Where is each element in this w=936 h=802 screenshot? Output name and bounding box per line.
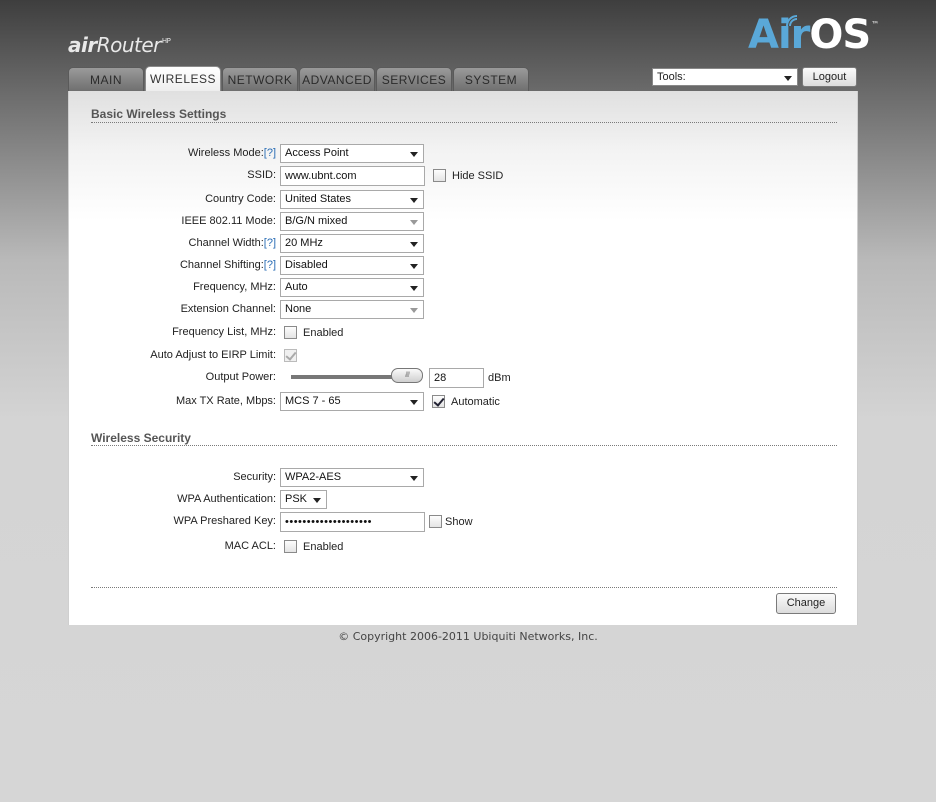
row-country-code: Country Code: United States bbox=[69, 190, 859, 210]
output-power-input[interactable]: 28 bbox=[429, 368, 484, 388]
channel-width-select[interactable]: 20 MHz bbox=[280, 234, 424, 253]
show-psk-label: Show bbox=[445, 516, 473, 528]
tab-wireless[interactable]: WIRELESS bbox=[145, 66, 221, 91]
mac-acl-label: MAC ACL: bbox=[224, 540, 276, 552]
wireless-mode-label: Wireless Mode:[?] bbox=[187, 147, 276, 159]
row-ssid: SSID: www.ubnt.com Hide SSID bbox=[69, 166, 859, 186]
airos-logo: AirOS™ bbox=[748, 12, 879, 58]
psk-label: WPA Preshared Key: bbox=[173, 515, 276, 527]
output-power-slider-handle[interactable]: //// bbox=[391, 368, 423, 383]
row-mac-acl: MAC ACL: Enabled bbox=[69, 537, 859, 557]
logout-button[interactable]: Logout bbox=[802, 67, 857, 87]
row-channel-width: Channel Width:[?] 20 MHz bbox=[69, 234, 859, 254]
wireless-mode-select[interactable]: Access Point bbox=[280, 144, 424, 163]
extension-channel-label: Extension Channel: bbox=[180, 303, 276, 315]
extension-channel-select: None bbox=[280, 300, 424, 319]
frequency-list-label: Frequency List, MHz: bbox=[172, 326, 276, 338]
change-button[interactable]: Change bbox=[776, 593, 836, 614]
chevron-down-icon bbox=[784, 76, 792, 81]
max-tx-select[interactable]: MCS 7 - 65 bbox=[280, 392, 424, 411]
frequency-select[interactable]: Auto bbox=[280, 278, 424, 297]
automatic-label: Automatic bbox=[451, 396, 500, 408]
chevron-down-icon bbox=[410, 198, 418, 203]
mac-acl-enabled-label: Enabled bbox=[303, 541, 344, 553]
max-tx-label: Max TX Rate, Mbps: bbox=[175, 395, 276, 407]
tab-advanced[interactable]: ADVANCED bbox=[299, 67, 375, 91]
chevron-down-icon bbox=[410, 286, 418, 291]
wpa-auth-label: WPA Authentication: bbox=[177, 493, 276, 505]
ieee-mode-select: B/G/N mixed bbox=[280, 212, 424, 231]
frequency-label: Frequency, MHz: bbox=[193, 281, 276, 293]
chevron-down-icon bbox=[410, 400, 418, 405]
main-tabs: MAIN WIRELESS NETWORK ADVANCED SERVICES … bbox=[68, 66, 530, 91]
channel-shifting-label: Channel Shifting:[?] bbox=[179, 259, 276, 271]
section-divider bbox=[91, 122, 837, 123]
chevron-down-icon bbox=[410, 242, 418, 247]
wireless-mode-help-link[interactable]: [?] bbox=[264, 147, 276, 159]
eirp-label: Auto Adjust to EIRP Limit: bbox=[150, 349, 276, 361]
wpa-auth-select[interactable]: PSK bbox=[280, 490, 327, 509]
row-frequency-list: Frequency List, MHz: Enabled bbox=[69, 323, 859, 343]
chevron-down-icon bbox=[410, 308, 418, 313]
row-security: Security: WPA2-AES bbox=[69, 468, 859, 488]
row-frequency: Frequency, MHz: Auto bbox=[69, 278, 859, 298]
security-label: Security: bbox=[233, 471, 276, 483]
automatic-checkbox[interactable] bbox=[432, 395, 445, 408]
ssid-input[interactable]: www.ubnt.com bbox=[280, 166, 425, 186]
section-divider bbox=[91, 445, 837, 446]
eirp-checkbox bbox=[284, 349, 297, 362]
tools-select[interactable]: Tools: bbox=[652, 68, 798, 86]
channel-width-help-link[interactable]: [?] bbox=[264, 237, 276, 249]
mac-acl-checkbox[interactable] bbox=[284, 540, 297, 553]
copyright-footer: © Copyright 2006-2011 Ubiquiti Networks,… bbox=[338, 630, 598, 643]
row-max-tx: Max TX Rate, Mbps: MCS 7 - 65 Automatic bbox=[69, 392, 859, 412]
hide-ssid-label: Hide SSID bbox=[452, 170, 504, 182]
tab-network[interactable]: NETWORK bbox=[222, 67, 298, 91]
ieee-mode-label: IEEE 802.11 Mode: bbox=[181, 215, 276, 227]
chevron-down-icon bbox=[410, 476, 418, 481]
chevron-down-icon bbox=[313, 498, 321, 503]
channel-shifting-select[interactable]: Disabled bbox=[280, 256, 424, 275]
channel-width-label: Channel Width:[?] bbox=[188, 237, 276, 249]
output-power-label: Output Power: bbox=[205, 371, 276, 383]
chevron-down-icon bbox=[410, 264, 418, 269]
output-power-slider-fill bbox=[292, 376, 405, 378]
section-title-basic: Basic Wireless Settings bbox=[91, 107, 227, 121]
row-output-power: Output Power: //// 28 dBm bbox=[69, 368, 859, 388]
tab-services[interactable]: SERVICES bbox=[376, 67, 452, 91]
channel-shifting-help-link[interactable]: [?] bbox=[264, 259, 276, 271]
psk-input[interactable]: •••••••••••••••••••• bbox=[280, 512, 425, 532]
row-wireless-mode: Wireless Mode:[?] Access Point bbox=[69, 144, 859, 164]
chevron-down-icon bbox=[410, 220, 418, 225]
tab-system[interactable]: SYSTEM bbox=[453, 67, 529, 91]
row-eirp: Auto Adjust to EIRP Limit: bbox=[69, 346, 859, 366]
row-psk: WPA Preshared Key: •••••••••••••••••••• … bbox=[69, 512, 859, 532]
row-channel-shifting: Channel Shifting:[?] Disabled bbox=[69, 256, 859, 276]
output-power-unit: dBm bbox=[488, 372, 511, 384]
frequency-list-checkbox[interactable] bbox=[284, 326, 297, 339]
security-select[interactable]: WPA2-AES bbox=[280, 468, 424, 487]
frequency-list-enabled-label: Enabled bbox=[303, 327, 344, 339]
country-code-label: Country Code: bbox=[205, 193, 276, 205]
show-psk-checkbox[interactable] bbox=[429, 515, 442, 528]
wifi-arc-icon bbox=[786, 15, 798, 27]
section-divider bbox=[91, 587, 837, 588]
chevron-down-icon bbox=[410, 152, 418, 157]
section-title-security: Wireless Security bbox=[91, 431, 191, 445]
settings-panel: Basic Wireless Settings Wireless Mode:[?… bbox=[68, 91, 858, 625]
row-ieee-mode: IEEE 802.11 Mode: B/G/N mixed bbox=[69, 212, 859, 232]
row-extension-channel: Extension Channel: None bbox=[69, 300, 859, 320]
hide-ssid-checkbox[interactable] bbox=[433, 169, 446, 182]
airrouter-brand: airRouterHP bbox=[68, 33, 171, 57]
ssid-label: SSID: bbox=[247, 169, 276, 181]
country-code-select[interactable]: United States bbox=[280, 190, 424, 209]
tab-main[interactable]: MAIN bbox=[68, 67, 144, 91]
row-wpa-auth: WPA Authentication: PSK bbox=[69, 490, 859, 510]
